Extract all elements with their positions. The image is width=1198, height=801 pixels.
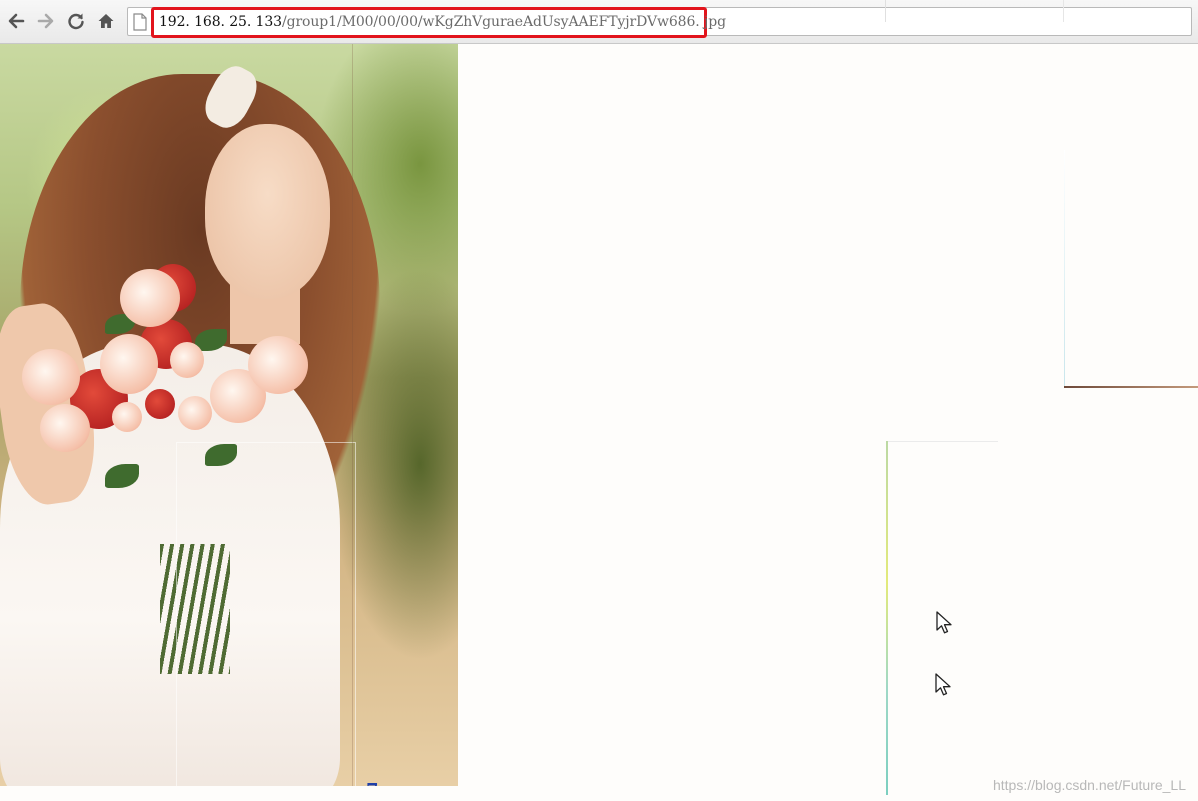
forward-button[interactable] bbox=[34, 9, 58, 33]
url-path: /group1/M00/00/00/wKgZhVguraeAdUsyAAEFTy… bbox=[281, 14, 726, 30]
pink-rose bbox=[100, 334, 158, 394]
render-artifact-line bbox=[886, 441, 888, 795]
pink-rose bbox=[170, 342, 204, 378]
render-artifact-line bbox=[885, 0, 886, 22]
arrow-left-icon bbox=[8, 13, 25, 29]
home-icon bbox=[98, 14, 114, 28]
pink-rose bbox=[178, 396, 212, 430]
page-icon bbox=[133, 13, 147, 31]
render-artifact-line bbox=[1063, 0, 1064, 22]
displayed-image: 7 bbox=[0, 44, 458, 786]
watermark: https://blog.csdn.net/Future_LL bbox=[992, 777, 1186, 793]
pink-rose bbox=[22, 349, 80, 405]
image-logo-number: 7 bbox=[366, 780, 379, 787]
face bbox=[205, 124, 330, 299]
back-button[interactable] bbox=[4, 9, 28, 33]
pink-rose bbox=[248, 336, 308, 394]
browser-toolbar: 192. 168. 25. 133/group1/M00/00/00/wKgZh… bbox=[0, 0, 1198, 44]
home-button[interactable] bbox=[94, 9, 118, 33]
reload-button[interactable] bbox=[64, 9, 88, 33]
render-artifact-line bbox=[1064, 150, 1065, 386]
url-highlight-box: 192. 168. 25. 133/group1/M00/00/00/wKgZh… bbox=[151, 7, 726, 38]
pink-rose bbox=[112, 402, 142, 432]
pink-rose bbox=[40, 404, 90, 452]
url-host: 192. 168. 25. 133 bbox=[159, 14, 282, 30]
url-text[interactable]: 192. 168. 25. 133/group1/M00/00/00/wKgZh… bbox=[159, 14, 726, 30]
arrow-right-icon bbox=[37, 13, 54, 29]
image-logo-banner bbox=[381, 785, 442, 786]
render-artifact-line bbox=[352, 44, 353, 786]
image-logo: 7 bbox=[366, 780, 456, 786]
mouse-cursor-icon bbox=[935, 673, 951, 696]
mouse-cursor-icon bbox=[936, 611, 952, 634]
pink-rose bbox=[120, 269, 180, 327]
red-rose bbox=[145, 389, 175, 419]
address-bar[interactable]: 192. 168. 25. 133/group1/M00/00/00/wKgZh… bbox=[127, 7, 1192, 38]
render-artifact-line bbox=[888, 441, 998, 442]
reload-icon bbox=[68, 13, 84, 30]
render-artifact-line bbox=[1064, 386, 1198, 388]
render-artifact-frame bbox=[176, 442, 356, 786]
